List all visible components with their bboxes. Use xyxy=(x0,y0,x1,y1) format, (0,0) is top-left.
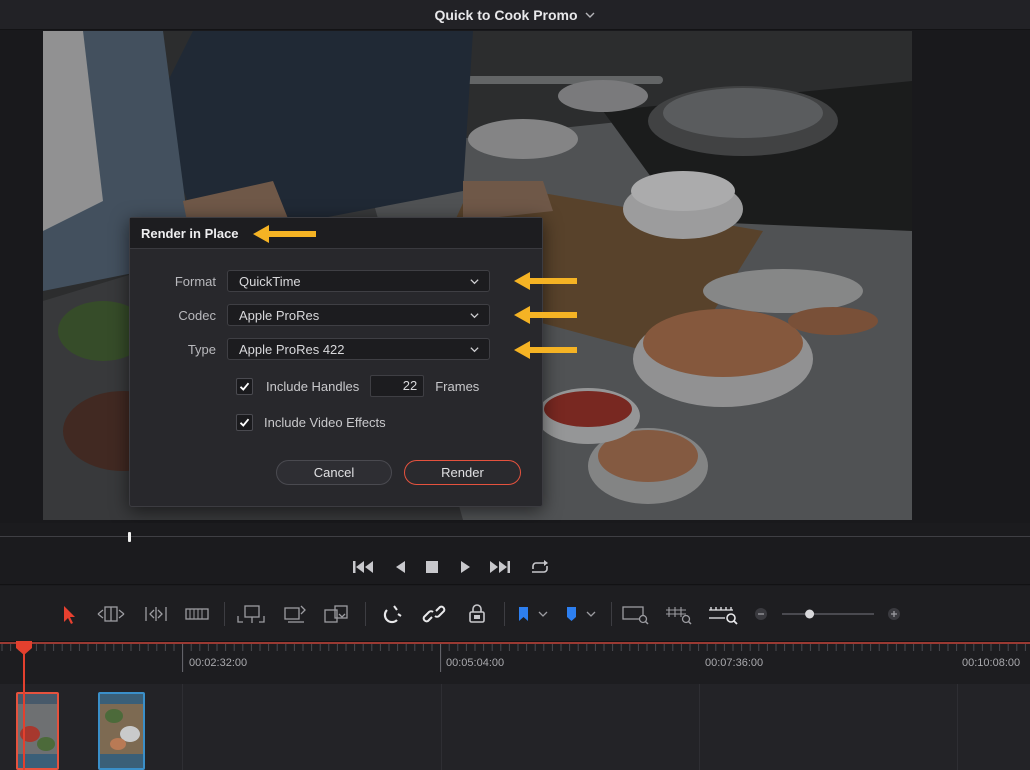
ruler-ticks xyxy=(0,642,1030,672)
project-title[interactable]: Quick to Cook Promo xyxy=(434,7,577,23)
frames-label: Frames xyxy=(435,378,480,394)
snapping-icon[interactable] xyxy=(380,602,404,626)
zoom-slider[interactable] xyxy=(780,602,876,626)
annotation-arrow-icon xyxy=(514,341,577,359)
checkmark-icon xyxy=(239,382,250,391)
blade-icon[interactable] xyxy=(184,602,210,626)
ruler-timecode: 00:10:08:00 xyxy=(962,657,1021,669)
overwrite-clip-icon[interactable] xyxy=(280,602,310,626)
type-label: Type xyxy=(187,341,216,357)
replace-clip-icon[interactable] xyxy=(321,602,353,626)
track-divider xyxy=(182,684,183,770)
go-to-start-icon[interactable] xyxy=(351,558,375,576)
selection-arrow-icon[interactable] xyxy=(60,602,78,626)
zoom-in-icon[interactable] xyxy=(886,602,902,626)
play-reverse-icon[interactable] xyxy=(389,558,413,576)
track-divider xyxy=(699,684,700,770)
include-handles-row: Include Handles 22 Frames xyxy=(236,375,479,397)
codec-value: Apple ProRes xyxy=(239,307,320,323)
chevron-down-icon xyxy=(470,278,479,284)
title-bar: Quick to Cook Promo xyxy=(0,0,1030,30)
clip-thumbnail xyxy=(100,694,143,768)
ruler-timecode: 00:02:32:00 xyxy=(189,657,248,669)
dynamic-trim-icon[interactable] xyxy=(140,602,172,626)
render-in-place-dialog: Render in Place Format QuickTime Codec A… xyxy=(129,217,543,507)
viewer-scrubber[interactable] xyxy=(0,523,1030,550)
chevron-down-icon xyxy=(470,312,479,318)
checkmark-icon xyxy=(239,418,250,427)
scrubber-playhead[interactable] xyxy=(128,532,131,542)
format-value: QuickTime xyxy=(239,273,301,289)
insert-clip-icon[interactable] xyxy=(235,602,267,626)
loop-icon[interactable] xyxy=(528,558,552,576)
timeline-ruler[interactable]: 00:02:32:00 00:05:04:00 00:07:36:00 00:1… xyxy=(0,641,1030,684)
full-extent-zoom-icon[interactable] xyxy=(620,602,652,626)
zoom-out-icon[interactable] xyxy=(753,602,769,626)
codec-row: Codec Apple ProRes xyxy=(130,304,490,326)
track-divider xyxy=(957,684,958,770)
detail-zoom-icon[interactable] xyxy=(663,602,695,626)
play-icon[interactable] xyxy=(453,558,477,576)
type-row: Type Apple ProRes 422 xyxy=(130,338,490,360)
format-row: Format QuickTime xyxy=(130,270,490,292)
edit-toolbar xyxy=(0,586,1030,641)
timeline-playhead[interactable] xyxy=(23,641,25,770)
ruler-timecode: 00:05:04:00 xyxy=(446,657,505,669)
trim-edit-icon[interactable] xyxy=(95,602,127,626)
cancel-button[interactable]: Cancel xyxy=(276,460,392,485)
timeline-clip[interactable] xyxy=(98,692,145,770)
transport-controls xyxy=(0,550,1030,585)
scrubber-track xyxy=(0,536,1030,537)
flag-icon[interactable] xyxy=(514,602,552,626)
include-handles-label: Include Handles xyxy=(266,378,360,394)
type-value: Apple ProRes 422 xyxy=(239,341,345,357)
render-button[interactable]: Render xyxy=(404,460,521,485)
include-video-effects-label: Include Video Effects xyxy=(264,415,386,430)
include-video-effects-checkbox[interactable] xyxy=(236,414,253,431)
annotation-arrow-icon xyxy=(253,225,316,243)
annotation-arrow-icon xyxy=(514,306,577,324)
dialog-header: Render in Place xyxy=(130,218,542,249)
toolbar-separator xyxy=(224,602,225,626)
annotation-arrow-icon xyxy=(514,272,577,290)
video-track xyxy=(0,684,1030,770)
app-window: Quick to Cook Promo Render in Place Form… xyxy=(0,0,1030,770)
toolbar-separator xyxy=(504,602,505,626)
codec-label: Codec xyxy=(178,307,216,323)
linked-selection-icon[interactable] xyxy=(422,602,446,626)
handles-frames-input[interactable]: 22 xyxy=(370,375,425,397)
track-divider xyxy=(441,684,442,770)
position-lock-icon[interactable] xyxy=(465,602,489,626)
codec-select[interactable]: Apple ProRes xyxy=(227,304,490,326)
go-to-end-icon[interactable] xyxy=(488,558,512,576)
chevron-down-icon[interactable] xyxy=(584,9,596,21)
ruler-timecode: 00:07:36:00 xyxy=(705,657,764,669)
include-handles-checkbox[interactable] xyxy=(236,377,253,395)
chevron-down-icon xyxy=(470,346,479,352)
toolbar-separator xyxy=(365,602,366,626)
toolbar-separator xyxy=(611,602,612,626)
format-select[interactable]: QuickTime xyxy=(227,270,490,292)
dialog-title: Render in Place xyxy=(141,225,239,241)
format-label: Format xyxy=(174,273,216,289)
type-select[interactable]: Apple ProRes 422 xyxy=(227,338,490,360)
custom-zoom-icon[interactable] xyxy=(706,602,740,626)
include-video-effects-row: Include Video Effects xyxy=(236,414,386,431)
marker-icon[interactable] xyxy=(562,602,600,626)
playhead-handle[interactable] xyxy=(15,641,33,655)
stop-icon[interactable] xyxy=(420,558,444,576)
